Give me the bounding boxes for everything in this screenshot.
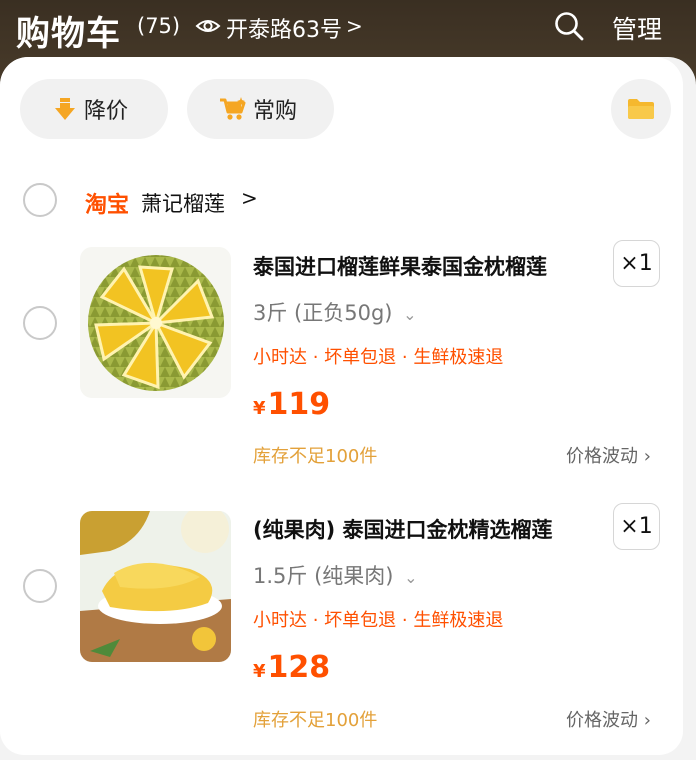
delivery-address[interactable]: 开泰路63号 bbox=[226, 12, 342, 44]
shop-chevron-icon[interactable]: > bbox=[241, 186, 258, 210]
address-chevron-icon[interactable]: > bbox=[346, 14, 363, 38]
product-spec-select[interactable]: 3斤 (正负50g) ⌄ bbox=[253, 297, 417, 327]
currency-symbol: ¥ bbox=[253, 661, 266, 682]
eye-icon[interactable] bbox=[195, 15, 221, 37]
taobao-logo: 淘宝 bbox=[85, 193, 130, 218]
item-select-radio[interactable] bbox=[23, 569, 57, 603]
price-value: 128 bbox=[267, 650, 331, 685]
cart-icon bbox=[220, 97, 246, 120]
shop-select-radio[interactable] bbox=[23, 183, 57, 217]
manage-button[interactable]: 管理 bbox=[612, 10, 662, 46]
chevron-down-icon: ⌄ bbox=[404, 568, 418, 587]
product-spec-text: 1.5斤 (纯果肉) bbox=[253, 564, 394, 588]
folder-icon bbox=[628, 99, 654, 119]
frequent-buy-filter-button[interactable]: 常购 bbox=[187, 79, 334, 139]
product-price: ¥128 bbox=[253, 650, 330, 685]
service-tags: 小时达 · 坏单包退 · 生鲜极速退 bbox=[253, 610, 504, 631]
price-drop-label: 降价 bbox=[84, 99, 129, 124]
quantity-button[interactable]: ×1 bbox=[613, 503, 660, 550]
cart-panel: 降价 常购 淘宝 萧记榴莲 > 泰国进口榴莲鲜果泰国金枕榴莲 ×1 3斤 (正负… bbox=[0, 57, 683, 755]
price-drop-filter-button[interactable]: 降价 bbox=[20, 79, 168, 139]
quantity-button[interactable]: ×1 bbox=[613, 240, 660, 287]
price-value: 119 bbox=[267, 387, 331, 422]
price-fluctuation-label: 价格波动 bbox=[566, 710, 638, 731]
product-spec-text: 3斤 (正负50g) bbox=[253, 301, 393, 325]
arrow-down-icon bbox=[55, 98, 75, 120]
header-bar: 购物车 (75) 开泰路63号 > 管理 bbox=[0, 0, 696, 60]
frequent-buy-label: 常购 bbox=[253, 99, 298, 124]
cart-count: (75) bbox=[137, 14, 181, 38]
cart-card: 降价 常购 淘宝 萧记榴莲 > 泰国进口榴莲鲜果泰国金枕榴莲 ×1 3斤 (正负… bbox=[0, 57, 696, 760]
page-title: 购物车 bbox=[16, 14, 121, 54]
search-icon[interactable] bbox=[553, 10, 585, 42]
price-fluctuation-link[interactable]: 价格波动 › bbox=[566, 442, 651, 468]
product-name[interactable]: 泰国进口榴莲鲜果泰国金枕榴莲 bbox=[253, 251, 547, 281]
price-fluctuation-link[interactable]: 价格波动 › bbox=[566, 706, 651, 732]
price-fluctuation-label: 价格波动 bbox=[566, 446, 638, 467]
product-price: ¥119 bbox=[253, 387, 330, 422]
service-tags: 小时达 · 坏单包退 · 生鲜极速退 bbox=[253, 347, 504, 368]
folder-button[interactable] bbox=[611, 79, 671, 139]
shop-name[interactable]: 萧记榴莲 bbox=[141, 188, 225, 218]
item-select-radio[interactable] bbox=[23, 306, 57, 340]
currency-symbol: ¥ bbox=[253, 398, 266, 419]
product-image[interactable] bbox=[80, 511, 231, 662]
stock-warning: 库存不足100件 bbox=[253, 446, 378, 467]
chevron-right-icon: › bbox=[643, 710, 651, 731]
chevron-down-icon: ⌄ bbox=[403, 305, 417, 324]
product-name[interactable]: (纯果肉) 泰国进口金枕精选榴莲 bbox=[253, 514, 553, 544]
product-spec-select[interactable]: 1.5斤 (纯果肉) ⌄ bbox=[253, 560, 418, 590]
product-image[interactable] bbox=[80, 247, 231, 398]
stock-warning: 库存不足100件 bbox=[253, 710, 378, 731]
chevron-right-icon: › bbox=[643, 446, 651, 467]
